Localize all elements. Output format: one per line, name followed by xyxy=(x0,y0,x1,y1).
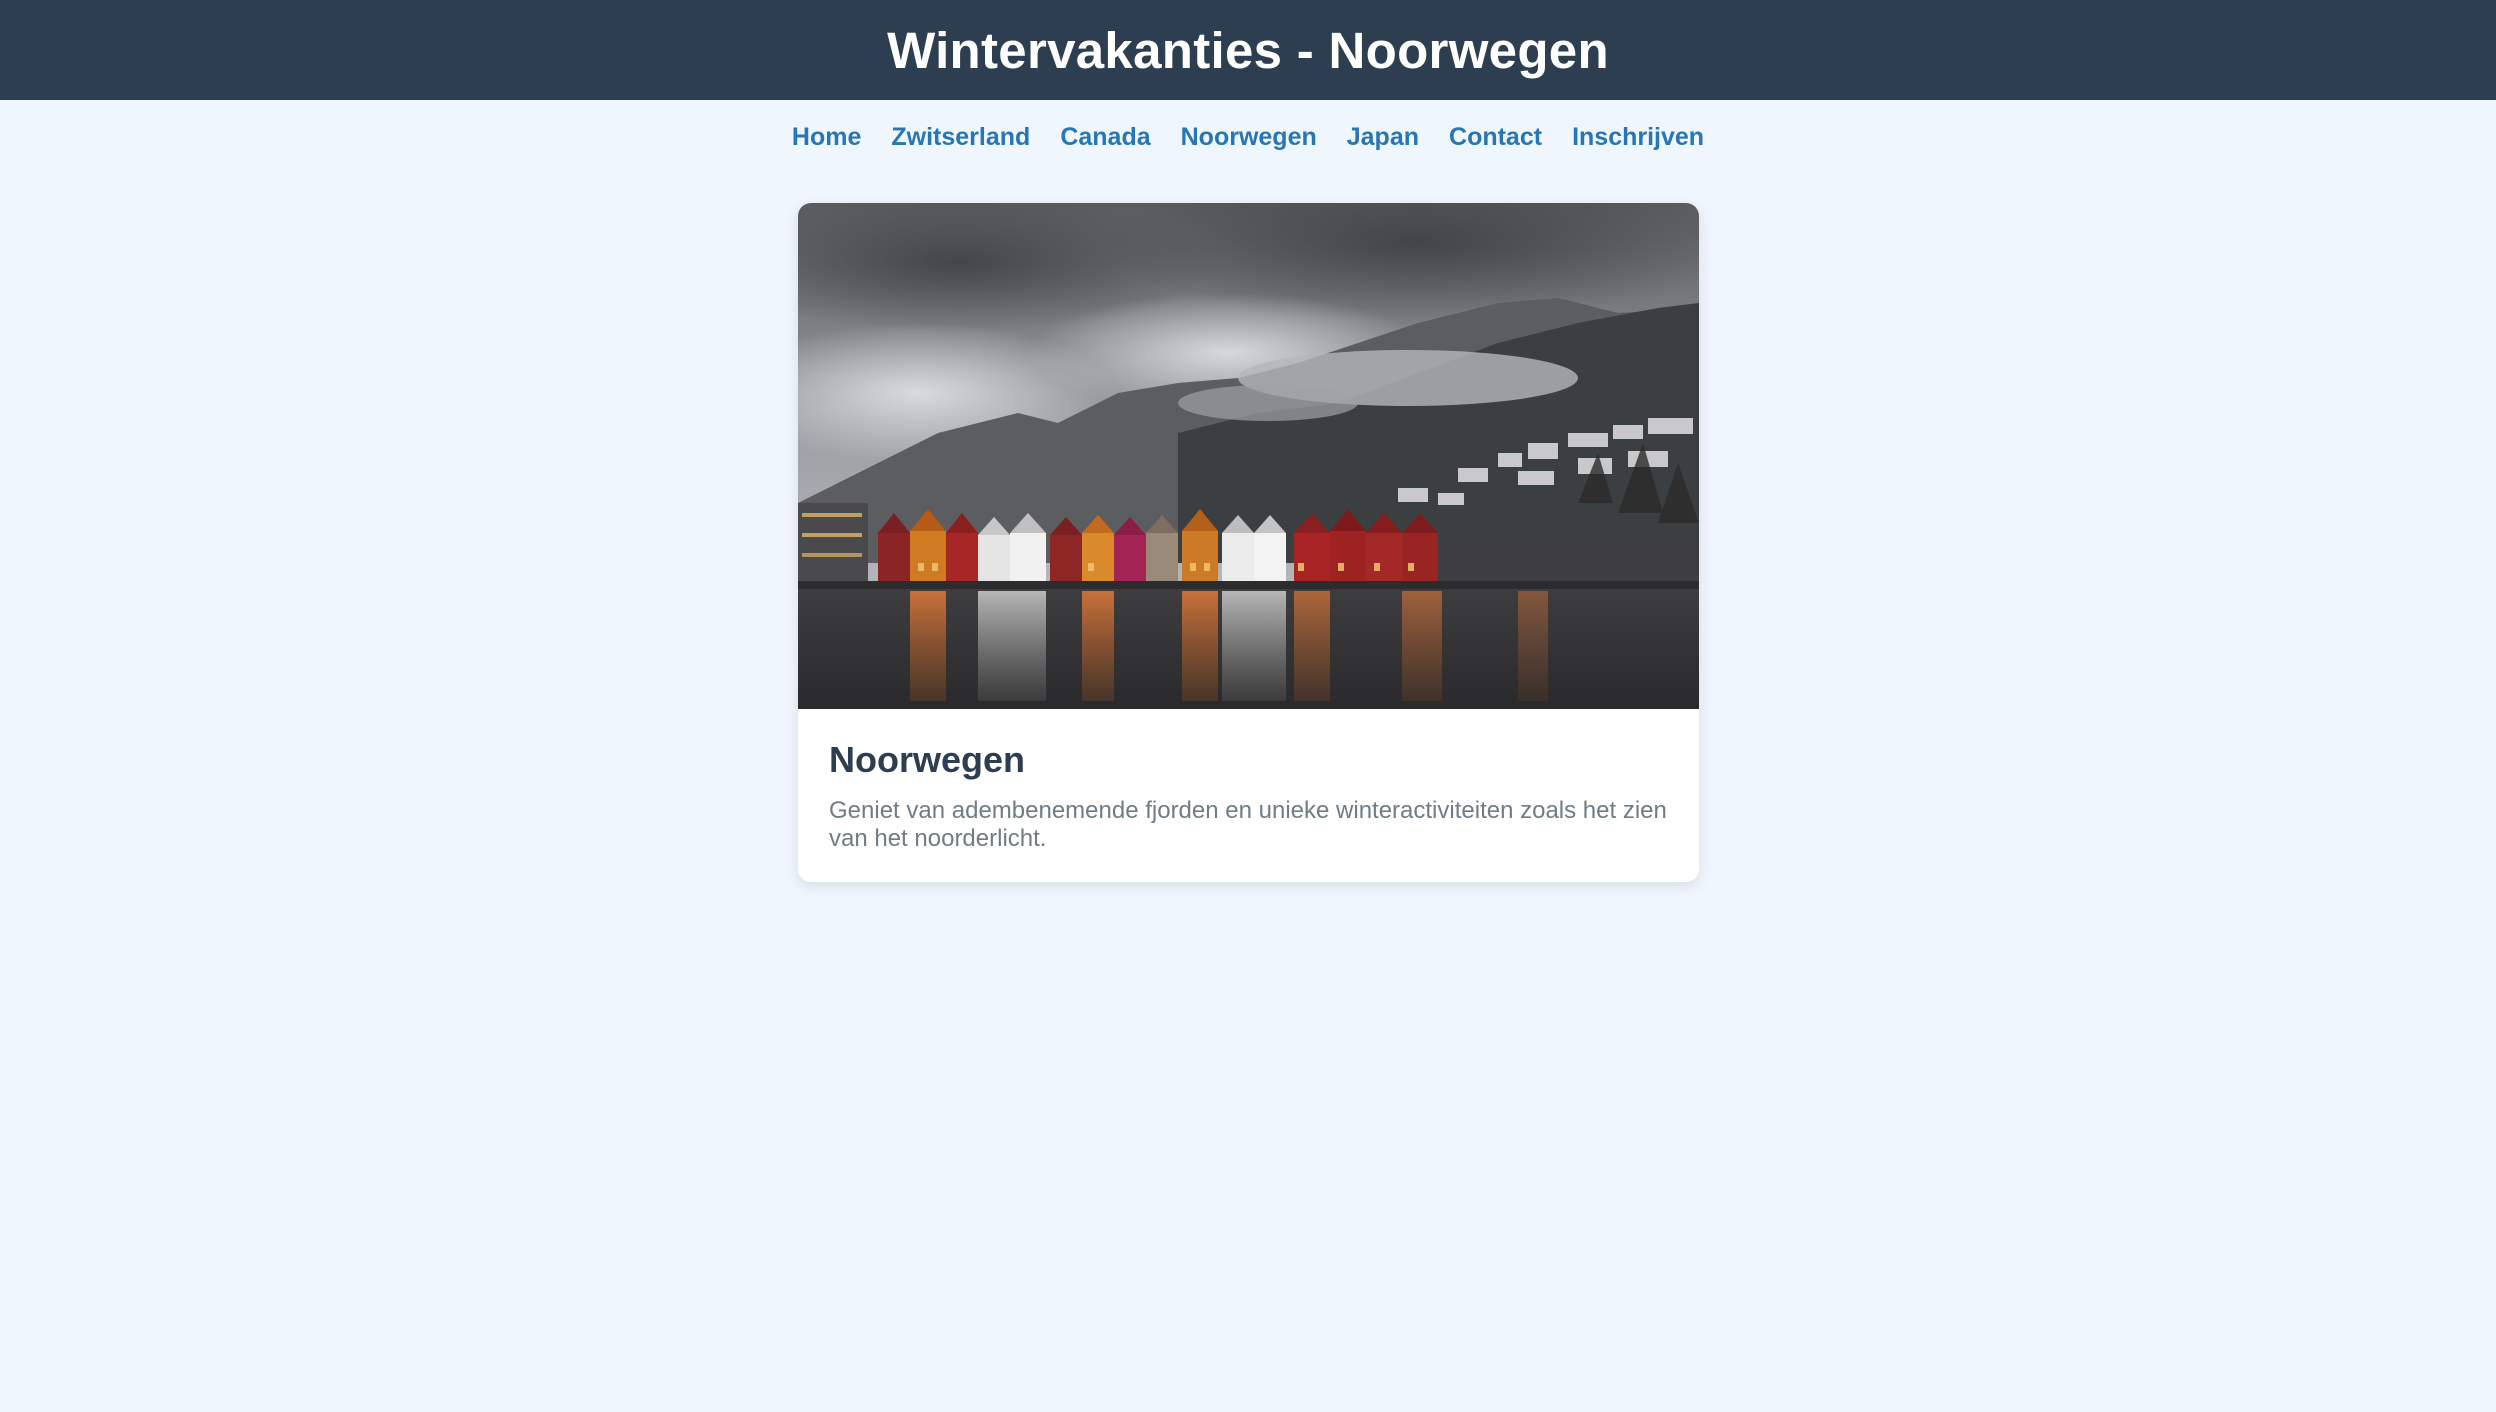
nav-link-contact[interactable]: Contact xyxy=(1449,123,1542,152)
nav-link-japan[interactable]: Japan xyxy=(1347,123,1419,152)
page-title: Wintervakanties - Noorwegen xyxy=(887,21,1609,79)
nav-link-zwitserland[interactable]: Zwitserland xyxy=(891,123,1030,152)
bergen-harbor-photo xyxy=(798,203,1699,709)
destination-card: Noorwegen Geniet van adembenemende fjord… xyxy=(798,203,1699,882)
card-description: Geniet van adembenemende fjorden en unie… xyxy=(829,797,1667,852)
site-header: Wintervakanties - Noorwegen xyxy=(0,0,2496,100)
nav-link-canada[interactable]: Canada xyxy=(1060,123,1150,152)
nav-link-home[interactable]: Home xyxy=(792,123,861,152)
main-nav: Home Zwitserland Canada Noorwegen Japan … xyxy=(0,120,2496,154)
nav-link-noorwegen[interactable]: Noorwegen xyxy=(1181,123,1317,152)
nav-link-inschrijven[interactable]: Inschrijven xyxy=(1572,123,1704,152)
card-body: Noorwegen Geniet van adembenemende fjord… xyxy=(798,709,1699,882)
card-title: Noorwegen xyxy=(829,739,1026,780)
